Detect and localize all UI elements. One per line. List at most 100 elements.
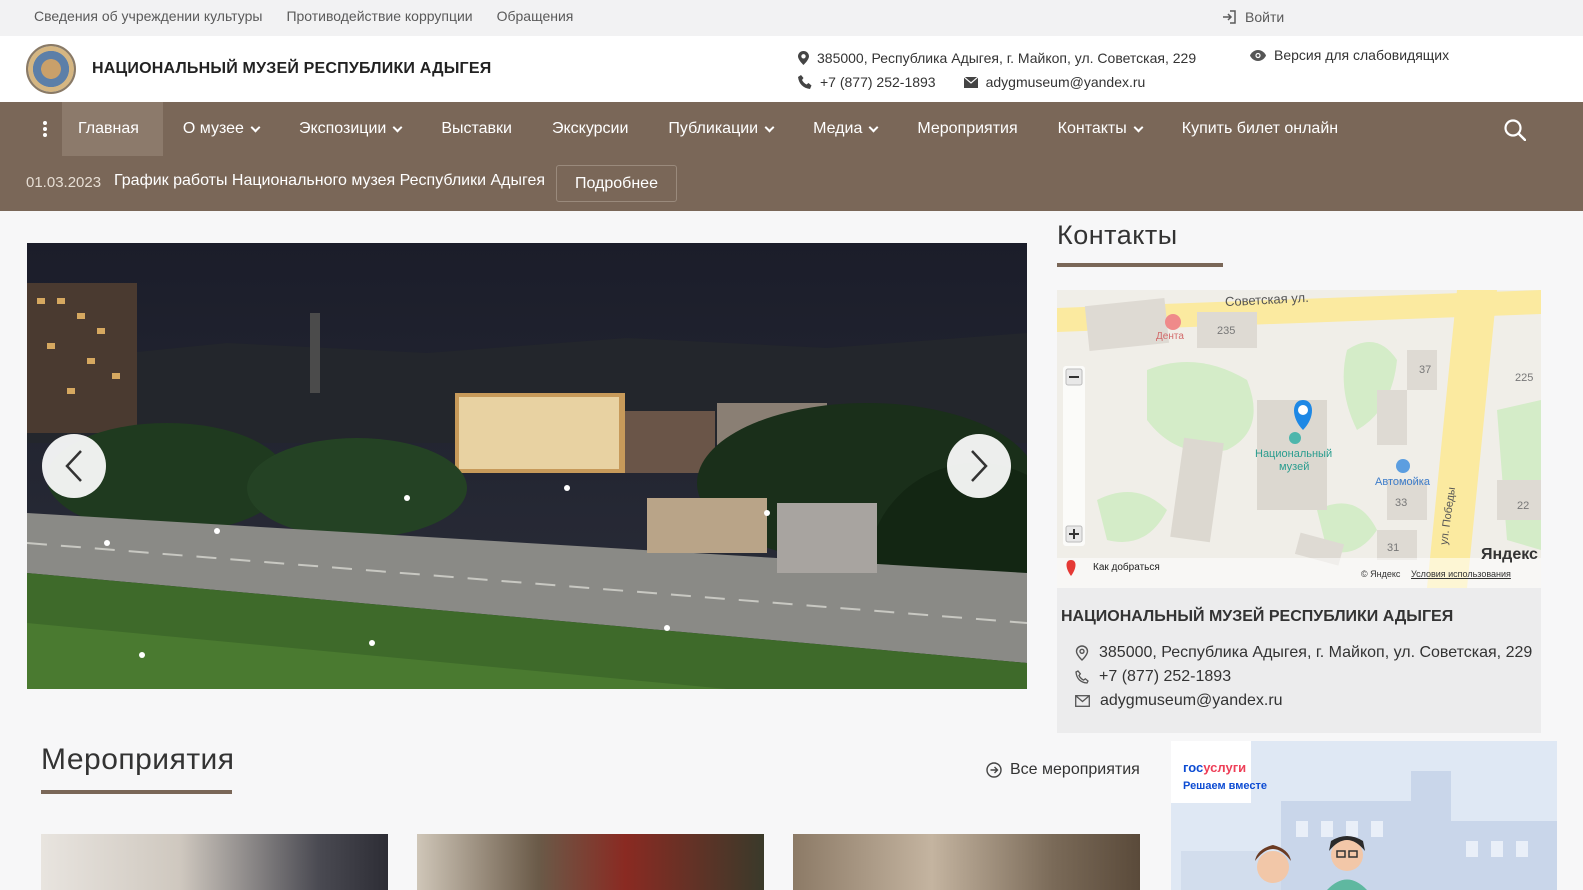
events-heading-underline [41, 790, 232, 794]
contacts-heading-underline [1057, 263, 1223, 267]
nav-item-label: Контакты [1057, 120, 1127, 137]
contacts-heading: Контакты [1057, 220, 1178, 250]
events-heading: Мероприятия [41, 743, 235, 776]
map-brand-logo: Яндекс [1481, 546, 1538, 563]
site-header: НАЦИОНАЛЬНЫЙ МУЗЕЙ РЕСПУБЛИКИ АДЫГЕЯ 385… [0, 36, 1583, 102]
site-title[interactable]: НАЦИОНАЛЬНЫЙ МУЗЕЙ РЕСПУБЛИКИ АДЫГЕЯ [92, 60, 491, 78]
map-poi-car-wash: Автомойка [1375, 476, 1430, 488]
chevron-down-icon [1133, 122, 1144, 132]
top-link-culture-info[interactable]: Сведения об учреждении культуры [34, 8, 262, 24]
map-house-number: 31 [1387, 542, 1400, 554]
nav-item-label: Мероприятия [917, 120, 1018, 137]
login-link[interactable]: Войти [1222, 9, 1284, 25]
nav-item-home[interactable]: Главная [62, 102, 163, 156]
event-card[interactable] [793, 834, 1140, 890]
all-events-link[interactable]: Все мероприятия [986, 761, 1140, 779]
news-headline[interactable]: График работы Национального музея Респуб… [114, 172, 545, 190]
slide-image [27, 243, 1027, 689]
event-card[interactable] [417, 834, 764, 890]
nav-item-label: Экскурсии [551, 120, 629, 137]
gosuslugi-banner[interactable]: госуслуги Решаем вместе [1171, 741, 1557, 890]
main-navigation: Главная О музее Экспозиции Выставки Экск… [0, 102, 1583, 211]
gosuslugi-brand-part-b: услуги [1203, 760, 1247, 775]
nav-item-label: Публикации [668, 120, 759, 137]
museum-logo[interactable] [26, 44, 76, 94]
chevron-down-icon [868, 122, 879, 132]
contact-card-phone-text: +7 (877) 252-1893 [1099, 668, 1232, 685]
header-email[interactable]: adygmuseum@yandex.ru [986, 74, 1146, 90]
eye-icon [1250, 49, 1266, 61]
vision-impaired-label: Версия для слабовидящих [1274, 47, 1450, 63]
vision-impaired-link[interactable]: Версия для слабовидящих [1250, 47, 1449, 63]
location-pin-icon [798, 51, 809, 65]
contact-card-name: НАЦИОНАЛЬНЫЙ МУЗЕЙ РЕСПУБЛИКИ АДЫГЕЯ [1061, 608, 1454, 625]
nav-item-buy-ticket[interactable]: Купить билет онлайн [1162, 102, 1358, 156]
kebab-menu-icon[interactable] [28, 102, 62, 156]
nav-item-label: Медиа [813, 120, 863, 137]
nav-item-media[interactable]: Медиа [793, 102, 897, 156]
contact-card-email[interactable]: adygmuseum@yandex.ru [1075, 692, 1283, 710]
search-icon[interactable] [1504, 119, 1526, 141]
chevron-down-icon [764, 122, 775, 132]
map-terms-link[interactable]: Условия использования [1411, 569, 1511, 579]
gosuslugi-brand-part-a: гос [1183, 760, 1204, 775]
contact-card-address-text: 385000, Республика Адыгея, г. Майкоп, ул… [1099, 644, 1533, 661]
arrow-circle-right-icon [986, 762, 1002, 778]
slider-prev-button[interactable] [42, 434, 106, 498]
email-icon [1075, 695, 1090, 707]
map-copyright: © Яндекс [1361, 569, 1401, 579]
chevron-down-icon [392, 122, 403, 132]
header-phone[interactable]: +7 (877) 252-1893 [820, 74, 936, 90]
nav-item-publications[interactable]: Публикации [648, 102, 793, 156]
event-card[interactable] [41, 834, 388, 890]
nav-item-label: Экспозиции [298, 120, 387, 137]
all-events-label: Все мероприятия [1010, 761, 1140, 778]
header-address-text: 385000, Республика Адыгея, г. Майкоп, ул… [817, 50, 1197, 66]
news-more-button[interactable]: Подробнее [556, 165, 677, 202]
nav-item-excursions[interactable]: Экскурсии [532, 102, 648, 156]
contact-card-email-text: adygmuseum@yandex.ru [1100, 692, 1283, 709]
email-icon [963, 76, 978, 88]
nav-item-exhibitions[interactable]: Выставки [421, 102, 532, 156]
nav-item-label: О музее [182, 120, 244, 137]
top-link-anticorruption[interactable]: Противодействие коррупции [286, 8, 472, 24]
chevron-down-icon [250, 122, 261, 132]
phone-icon [1075, 670, 1089, 684]
nav-item-events[interactable]: Мероприятия [897, 102, 1037, 156]
chevron-right-icon [971, 450, 988, 482]
gosuslugi-slogan: Решаем вместе [1183, 780, 1267, 792]
nav-item-expositions[interactable]: Экспозиции [279, 102, 421, 156]
map-museum-label: Национальный [1255, 448, 1333, 460]
phone-icon [798, 75, 812, 89]
map-house-number: 33 [1395, 497, 1408, 509]
map-house-number: 37 [1419, 364, 1432, 376]
nav-item-contacts[interactable]: Контакты [1038, 102, 1162, 156]
map-poi-denta: Дента [1156, 331, 1184, 342]
login-icon [1223, 10, 1236, 24]
top-utility-bar: Сведения об учреждении культуры Противод… [0, 0, 1583, 36]
map-house-number: 235 [1217, 325, 1236, 337]
header-contacts: 385000, Республика Адыгея, г. Майкоп, ул… [798, 46, 1196, 94]
contact-card: НАЦИОНАЛЬНЫЙ МУЗЕЙ РЕСПУБЛИКИ АДЫГЕЯ 385… [1057, 588, 1541, 733]
map-museum-label: музей [1279, 461, 1310, 473]
nav-item-label: Главная [78, 120, 139, 137]
news-date: 01.03.2023 [26, 174, 102, 191]
top-links: Сведения об учреждении культуры Противод… [34, 8, 573, 24]
map-house-number: 225 [1515, 372, 1534, 384]
location-pin-icon [1075, 645, 1089, 661]
nav-item-about[interactable]: О музее [163, 102, 279, 156]
slider-next-button[interactable] [947, 434, 1011, 498]
map-directions-link[interactable]: Как добраться [1093, 562, 1160, 573]
map-house-number: 22 [1517, 500, 1530, 512]
contact-card-phone[interactable]: +7 (877) 252-1893 [1075, 668, 1231, 686]
nav-menu: Главная О музее Экспозиции Выставки Экск… [28, 102, 1358, 156]
nav-item-label: Купить билет онлайн [1181, 120, 1339, 137]
contact-card-address: 385000, Республика Адыгея, г. Майкоп, ул… [1075, 644, 1532, 662]
header-address: 385000, Республика Адыгея, г. Майкоп, ул… [798, 46, 1196, 70]
hero-slider[interactable] [27, 243, 1027, 689]
gosuslugi-brand: госуслуги [1183, 760, 1246, 775]
yandex-map[interactable]: Советская ул. Дента 235 37 225 Националь… [1057, 290, 1541, 588]
top-link-appeals[interactable]: Обращения [497, 8, 574, 24]
map-canvas [1057, 290, 1541, 588]
header-phone-email: +7 (877) 252-1893 adygmuseum@yandex.ru [798, 70, 1196, 94]
